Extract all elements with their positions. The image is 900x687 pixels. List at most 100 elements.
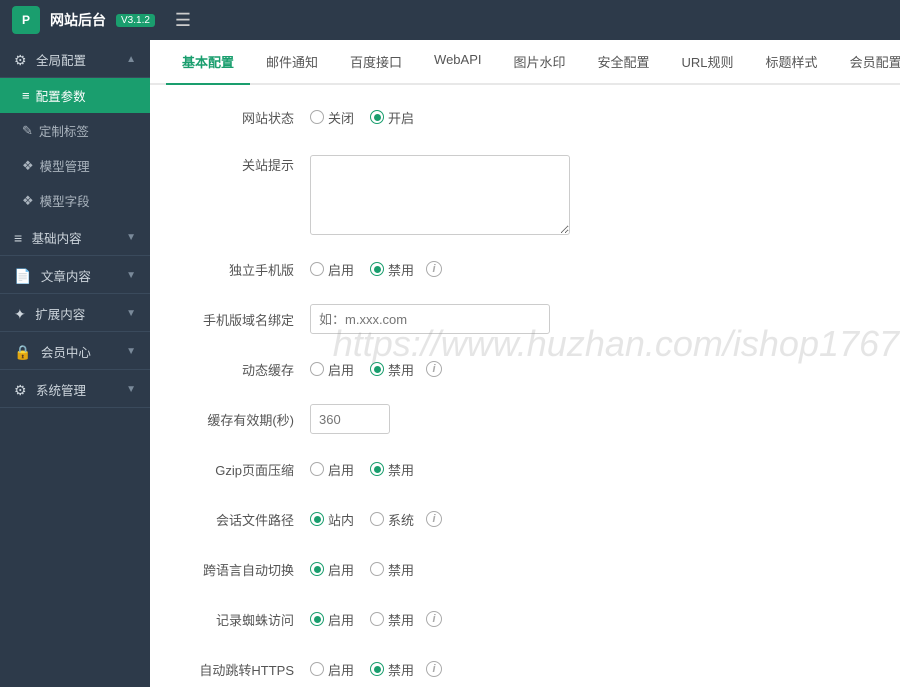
auto-https-radio-group: 启用 禁用 [310,660,414,679]
dynamic-cache-radio-group: 启用 禁用 [310,360,414,379]
arrow-down5-icon: ▼ [126,384,136,395]
mobile-version-info-icon[interactable]: i [426,261,442,277]
sidebar-item-custom-tags[interactable]: ✎ 定制标签 [0,113,150,148]
mobile-version-row: 独立手机版 启用 禁用 i [170,253,880,285]
mobile-domain-input[interactable] [310,304,550,334]
radio-log-enable-circle [310,612,324,626]
sidebar-group-member-center[interactable]: 🔒 会员中心 ▼ [0,332,150,370]
auto-https-label: 自动跳转HTTPS [170,660,310,679]
session-path-info-icon[interactable]: i [426,511,442,527]
auto-https-info-icon[interactable]: i [426,661,442,677]
gear-icon: ⚙ [14,52,27,68]
session-inside[interactable]: 站内 [310,510,354,529]
diamond2-icon: ❖ [22,193,34,209]
mobile-domain-row: 手机版域名绑定 [170,303,880,335]
radio-ls-enable-circle [310,562,324,576]
arrow-up-icon: ▲ [126,54,136,65]
lang-switch-control: 启用 禁用 [310,560,880,579]
radio-mv-disable-circle [370,262,384,276]
auto-https-row: 自动跳转HTTPS 启用 禁用 i [170,653,880,685]
logo: P [12,6,40,34]
lang-switch-disable[interactable]: 禁用 [370,560,414,579]
tab-watermark[interactable]: 图片水印 [498,40,582,85]
session-system[interactable]: 系统 [370,510,414,529]
sidebar-item-model-manage[interactable]: ❖ 模型管理 [0,148,150,183]
gzip-enable[interactable]: 启用 [310,460,354,479]
tab-baidu[interactable]: 百度接口 [334,40,418,85]
sidebar-group-extend-content[interactable]: ✦ 扩展内容 ▼ [0,294,150,332]
radio-ah-enable-circle [310,662,324,676]
gzip-radio-group: 启用 禁用 [310,460,414,479]
session-path-radio-group: 站内 系统 [310,510,414,529]
radio-dc-enable-circle [310,362,324,376]
lang-switch-enable[interactable]: 启用 [310,560,354,579]
cache-expire-control [310,404,880,434]
arrow-down4-icon: ▼ [126,346,136,357]
tab-mail[interactable]: 邮件通知 [250,40,334,85]
gzip-row: Gzip页面压缩 启用 禁用 [170,453,880,485]
close-notice-label: 关站提示 [170,155,310,174]
dynamic-cache-label: 动态缓存 [170,360,310,379]
arrow-down2-icon: ▼ [126,270,136,281]
log-spider-control: 启用 禁用 i [310,610,880,629]
list-icon: ≡ [14,230,22,246]
mobile-version-disable[interactable]: 禁用 [370,260,414,279]
site-status-off[interactable]: 关闭 [310,108,354,127]
radio-gzip-disable-circle [370,462,384,476]
dynamic-cache-disable[interactable]: 禁用 [370,360,414,379]
tab-url[interactable]: URL规则 [666,40,750,85]
sidebar: ⚙ 全局配置 ▲ ≡ 配置参数 ✎ 定制标签 ❖ 模型管理 ❖ 模型字段 ≡ 基… [0,40,150,687]
dynamic-cache-row: 动态缓存 启用 禁用 i [170,353,880,385]
dynamic-cache-info-icon[interactable]: i [426,361,442,377]
lang-switch-row: 跨语言自动切换 启用 禁用 [170,553,880,585]
mobile-version-enable[interactable]: 启用 [310,260,354,279]
session-path-control: 站内 系统 i [310,510,880,529]
layout: ⚙ 全局配置 ▲ ≡ 配置参数 ✎ 定制标签 ❖ 模型管理 ❖ 模型字段 ≡ 基… [0,40,900,687]
tab-security[interactable]: 安全配置 [582,40,666,85]
lang-switch-label: 跨语言自动切换 [170,560,310,579]
extend-icon: ✦ [14,306,26,322]
sidebar-group-global-config[interactable]: ⚙ 全局配置 ▲ [0,40,150,78]
gzip-control: 启用 禁用 [310,460,880,479]
auto-https-control: 启用 禁用 i [310,660,880,679]
lock-icon: 🔒 [14,344,31,360]
sidebar-item-config-params[interactable]: ≡ 配置参数 [0,78,150,113]
log-spider-info-icon[interactable]: i [426,611,442,627]
site-status-on[interactable]: 开启 [370,108,414,127]
radio-dc-disable-circle [370,362,384,376]
log-spider-enable[interactable]: 启用 [310,610,354,629]
auto-https-enable[interactable]: 启用 [310,660,354,679]
log-spider-disable[interactable]: 禁用 [370,610,414,629]
arrow-down3-icon: ▼ [126,308,136,319]
doc-icon: 📄 [14,268,31,284]
sidebar-group-system-manage[interactable]: ⚙ 系统管理 ▼ [0,370,150,408]
gzip-disable[interactable]: 禁用 [370,460,414,479]
radio-on-circle [370,110,384,124]
sidebar-group-article-content[interactable]: 📄 文章内容 ▼ [0,256,150,294]
edit-icon: ✎ [22,123,33,139]
site-status-row: 网站状态 关闭 开启 [170,101,880,133]
tab-webapi[interactable]: WebAPI [418,40,497,85]
mobile-version-control: 启用 禁用 i [310,260,880,279]
tab-basic[interactable]: 基本配置 [166,40,250,85]
menu-toggle-icon[interactable]: ☰ [175,10,191,31]
main-content: 基本配置 邮件通知 百度接口 WebAPI 图片水印 安全配置 URL规则 标题… [150,40,900,687]
dynamic-cache-enable[interactable]: 启用 [310,360,354,379]
mobile-domain-control [310,304,880,334]
cache-expire-input[interactable] [310,404,390,434]
session-path-label: 会话文件路径 [170,510,310,529]
cache-expire-row: 缓存有效期(秒) [170,403,880,435]
gzip-label: Gzip页面压缩 [170,460,310,479]
tab-member-config[interactable]: 会员配置 [834,40,900,85]
log-spider-label: 记录蜘蛛访问 [170,610,310,629]
cache-expire-label: 缓存有效期(秒) [170,410,310,429]
site-status-control: 关闭 开启 [310,108,880,127]
mobile-version-radio-group: 启用 禁用 [310,260,414,279]
close-notice-textarea[interactable] [310,155,570,235]
sidebar-group-basic-content[interactable]: ≡ 基础内容 ▼ [0,218,150,256]
topbar: P 网站后台 V3.1.2 ☰ [0,0,900,40]
tab-title-style[interactable]: 标题样式 [750,40,834,85]
sidebar-item-model-fields[interactable]: ❖ 模型字段 [0,183,150,218]
auto-https-disable[interactable]: 禁用 [370,660,414,679]
radio-sp-system-circle [370,512,384,526]
